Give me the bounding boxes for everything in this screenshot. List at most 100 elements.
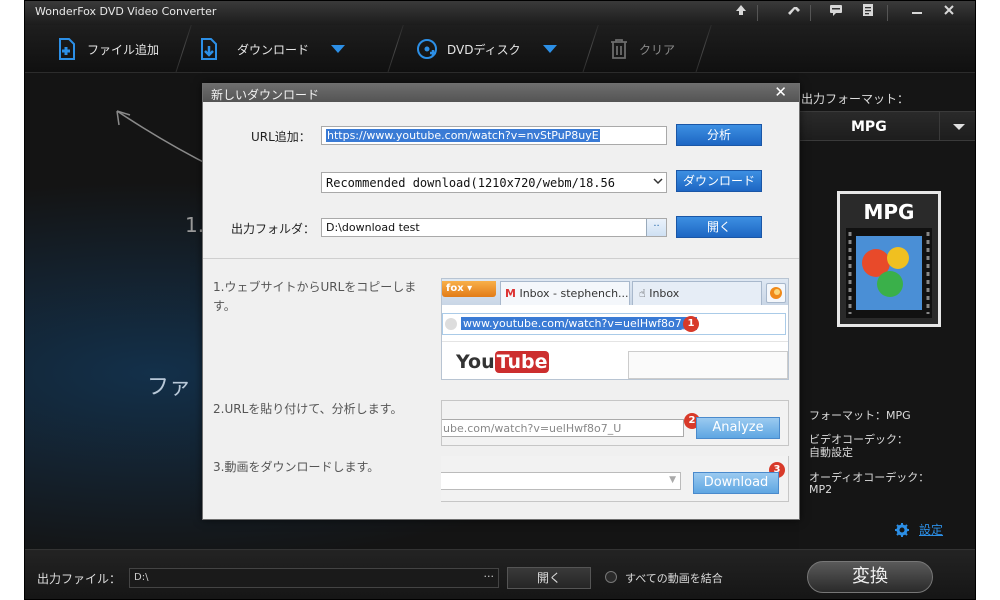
- youtube-logo-you: You: [456, 351, 495, 373]
- add-file-label: ファイル追加: [87, 42, 160, 57]
- firefox-icon: [766, 283, 786, 303]
- quality-value: Recommended download(1210x720/webm/18.56: [326, 176, 615, 190]
- download-button[interactable]: ダウンロード: [676, 170, 762, 192]
- dvd-disc-button[interactable]: DVDディスク: [415, 35, 557, 63]
- browser-tab: M Inbox - stephench...: [500, 281, 630, 305]
- toolbar-separator: [695, 25, 712, 73]
- browser-tab-label: Inbox - stephench...: [519, 287, 629, 300]
- toolbar-separator: [582, 25, 599, 73]
- convert-button[interactable]: 変換: [807, 561, 933, 593]
- browser-address: www.youtube.com/watch?v=uelHwf8o7_U: [461, 317, 698, 330]
- settings-link[interactable]: 設定: [895, 521, 943, 538]
- example-analyze-button: Analyze: [696, 417, 780, 439]
- dvd-disc-label: DVDディスク: [447, 42, 521, 57]
- step-badge-1: 1: [683, 316, 699, 332]
- output-path-value: D:\: [134, 572, 149, 583]
- browse-folder-button[interactable]: ··: [646, 219, 666, 236]
- output-folder-label: 出力フォルダ：: [231, 222, 316, 236]
- output-folder-input[interactable]: D:\download test ··: [321, 218, 667, 237]
- browser-menu-button: fox ▾: [442, 281, 496, 297]
- url-label: URL追加：: [251, 130, 311, 144]
- dropdown-button[interactable]: [939, 112, 975, 140]
- example-download-button: Download: [693, 472, 779, 494]
- url-input[interactable]: https://www.youtube.com/watch?v=nvStPuP8…: [321, 126, 667, 145]
- youtube-logo: You Tube: [456, 351, 550, 373]
- clear-label: クリア: [639, 42, 676, 57]
- youtube-search-box: [628, 351, 788, 379]
- settings-label: 設定: [919, 523, 944, 537]
- feedback-icon[interactable]: [824, 3, 848, 23]
- open-folder-button[interactable]: 開く: [676, 216, 762, 238]
- example-quality-select: ▼: [441, 472, 681, 490]
- mail-icon: M: [505, 287, 516, 300]
- clear-button[interactable]: クリア: [607, 35, 675, 63]
- browser-tab-label: Inbox: [649, 287, 680, 300]
- step-3-text: 3.動画をダウンロードします。: [213, 460, 380, 474]
- example-url-text: ube.com/watch?v=uelHwf8o7_U: [443, 422, 622, 435]
- download-icon: [201, 38, 217, 60]
- title-bar: WonderFox DVD Video Converter: [25, 1, 975, 25]
- output-folder-value: D:\download test: [326, 221, 420, 234]
- tools-icon[interactable]: [782, 3, 806, 23]
- browser-address-bar: www.youtube.com/watch?v=uelHwf8o7_U 1: [442, 313, 786, 335]
- browser-illustration: fox ▾ M Inbox - stephench... ☝ Inbox www…: [441, 278, 789, 380]
- register-icon[interactable]: [856, 3, 880, 23]
- toolbar: ファイル追加 ダウンロード DVDディスク クリア: [25, 25, 975, 73]
- dvd-disc-icon: [417, 39, 437, 59]
- hand-icon: ☝: [639, 287, 646, 300]
- analyze-illustration: ube.com/watch?v=uelHwf8o7_U 2 Analyze: [441, 400, 789, 446]
- url-value: https://www.youtube.com/watch?v=nvStPuP8…: [326, 129, 600, 142]
- title-separator: [757, 5, 758, 21]
- browser-menu-label: fox: [446, 283, 464, 294]
- title-separator: [887, 5, 888, 21]
- gear-icon: [895, 522, 909, 537]
- add-file-icon: [59, 38, 75, 60]
- example-url-field: ube.com/watch?v=uelHwf8o7_U: [442, 419, 684, 437]
- audio-codec-value: MP2: [809, 483, 833, 496]
- close-icon[interactable]: [937, 3, 961, 23]
- app-window: WonderFox DVD Video Converter ファイル追加 ダウン…: [24, 0, 976, 600]
- dialog-close-icon[interactable]: ✕: [774, 83, 787, 101]
- film-image-icon: [846, 228, 932, 318]
- download-button[interactable]: ダウンロード: [197, 35, 346, 63]
- upload-icon[interactable]: [729, 3, 753, 23]
- format-dropdown[interactable]: MPG: [799, 111, 975, 141]
- dialog-title: 新しいダウンロード: [211, 88, 320, 102]
- output-path-field[interactable]: D:\ ···: [129, 568, 499, 588]
- chevron-down-icon: ▼: [669, 475, 676, 485]
- browser-tab: ☝ Inbox: [632, 281, 762, 305]
- bottom-bar: 出力ファイル： D:\ ··· 開く すべての動画を結合 変換: [25, 549, 975, 599]
- window-title: WonderFox DVD Video Converter: [35, 5, 217, 18]
- dialog-divider: [203, 258, 799, 259]
- trash-icon: [611, 39, 627, 59]
- analyze-button[interactable]: 分析: [676, 124, 762, 146]
- chevron-down-icon: [953, 124, 965, 130]
- format-info: フォーマット：MPG: [809, 409, 911, 422]
- minimize-icon[interactable]: [905, 3, 929, 23]
- toolbar-separator: [175, 25, 192, 73]
- merge-checkbox[interactable]: [605, 571, 617, 583]
- chevron-down-icon[interactable]: [542, 45, 557, 53]
- chevron-down-icon[interactable]: [331, 45, 346, 53]
- output-format-label: 出力フォーマット：: [801, 92, 910, 106]
- format-icon-text: MPG: [863, 200, 915, 224]
- title-separator: [810, 5, 811, 21]
- download-illustration: ▼ 3 Download: [441, 456, 789, 502]
- globe-icon: [445, 318, 457, 330]
- video-codec-value: 自動設定: [809, 446, 853, 459]
- dialog-title-bar: 新しいダウンロード ✕: [203, 83, 799, 102]
- chevron-down-icon: [652, 175, 664, 190]
- step-1-text: 1.ウェブサイトからURLをコピーします。: [213, 280, 417, 313]
- browse-button[interactable]: ···: [484, 570, 495, 583]
- toolbar-separator: [387, 25, 404, 73]
- browser-divider: [442, 341, 788, 342]
- format-thumbnail[interactable]: MPG: [837, 191, 941, 327]
- add-file-button[interactable]: ファイル追加: [55, 35, 159, 63]
- merge-label: すべての動画を結合: [625, 572, 723, 585]
- format-value: MPG: [851, 119, 887, 135]
- step-text: ファ: [147, 375, 192, 400]
- output-file-label: 出力ファイル：: [37, 572, 122, 586]
- youtube-logo-tube: Tube: [494, 351, 550, 373]
- open-folder-button[interactable]: 開く: [507, 567, 591, 589]
- quality-select[interactable]: Recommended download(1210x720/webm/18.56: [321, 172, 667, 193]
